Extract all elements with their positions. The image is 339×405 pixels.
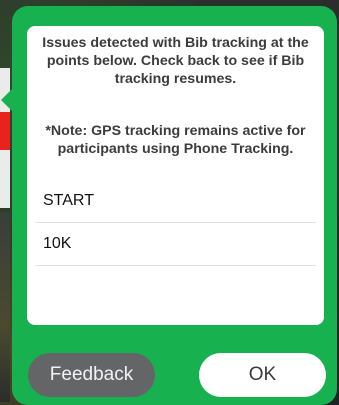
tracking-issues-popover: Issues detected with Bib tracking at the… [1, 6, 337, 405]
popover-arrow [1, 88, 13, 112]
feedback-button[interactable]: Feedback [28, 353, 155, 397]
background-map [0, 212, 10, 402]
tracking-points-list: START 10K [35, 180, 316, 266]
list-item: 10K [35, 223, 316, 266]
ok-button[interactable]: OK [199, 353, 326, 397]
message-card: Issues detected with Bib tracking at the… [27, 26, 324, 325]
background-badge [0, 112, 10, 150]
gps-note: *Note: GPS tracking remains active for p… [45, 123, 306, 157]
list-item: START [35, 180, 316, 223]
issue-message: Issues detected with Bib tracking at the… [42, 35, 309, 87]
